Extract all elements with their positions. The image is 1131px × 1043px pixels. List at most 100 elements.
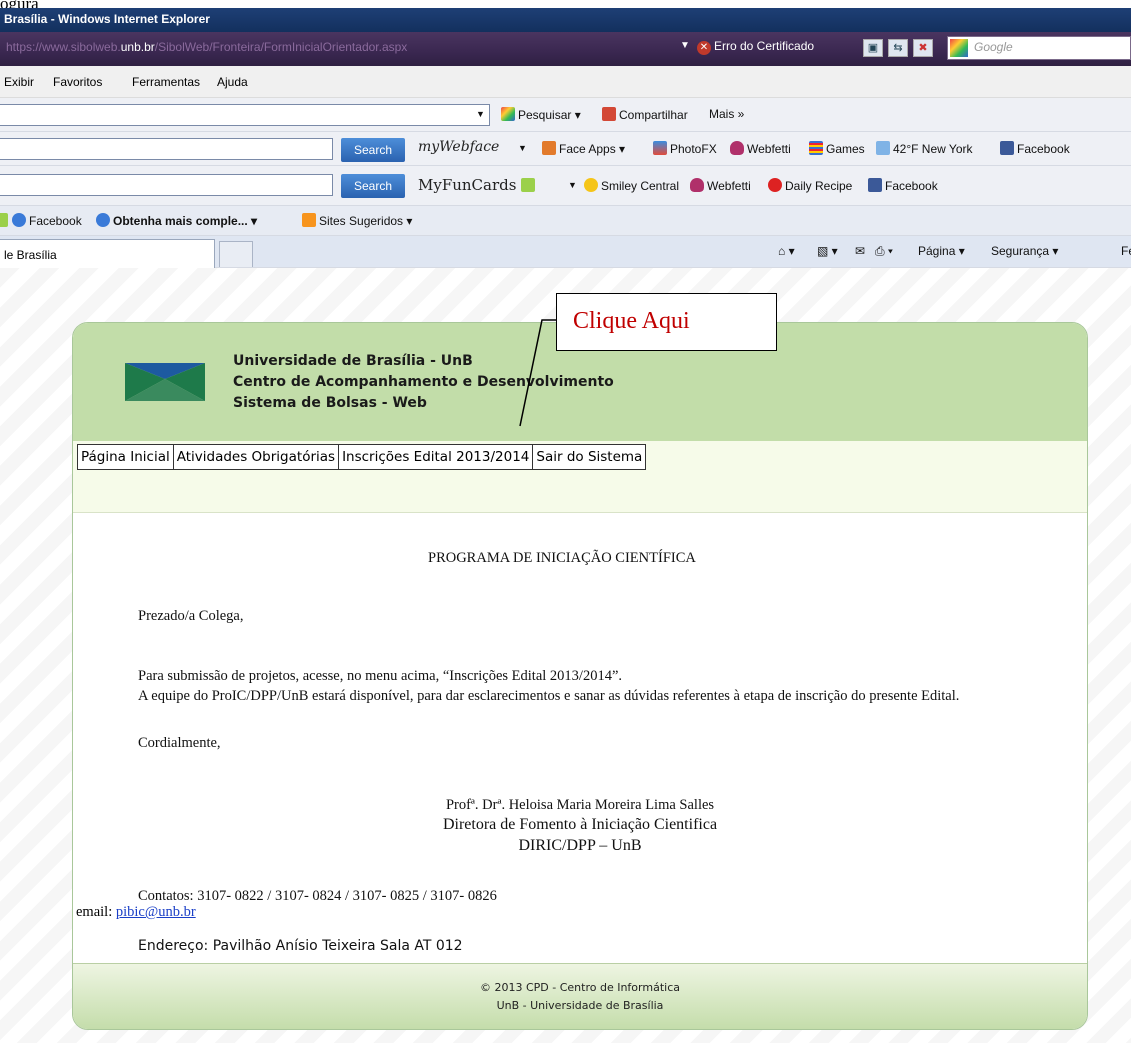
page-menu[interactable]: Página ▾	[918, 244, 965, 258]
mywebface-dropdown-icon[interactable]: ▼	[518, 143, 527, 153]
main-menu: Página Inicial Atividades Obrigatórias I…	[77, 444, 647, 470]
daily-recipe-button[interactable]: Daily Recipe	[768, 178, 852, 193]
email-link[interactable]: pibic@unb.br	[116, 904, 196, 920]
nav-sair-do-sistema[interactable]: Sair do Sistema	[533, 445, 646, 469]
menu-ferramentas[interactable]: Ferramentas	[132, 75, 200, 89]
menu-favoritos[interactable]: Favoritos	[53, 75, 102, 89]
sub-navigation-row	[73, 483, 1087, 513]
mywebface-logo[interactable]: myWebface	[418, 139, 499, 155]
url-host: unb.br	[120, 40, 155, 54]
pesquisar-button[interactable]: Pesquisar ▾	[501, 107, 581, 122]
facebook-button[interactable]: Facebook	[1000, 141, 1070, 156]
myfuncards-search-input[interactable]	[0, 174, 333, 196]
home-icon[interactable]: ⌂ ▾	[778, 244, 795, 258]
photofx-button[interactable]: PhotoFX	[653, 141, 717, 156]
nav-inscricoes-edital[interactable]: Inscrições Edital 2013/2014	[339, 445, 534, 469]
weather-button[interactable]: 42°F New York	[876, 141, 973, 156]
mail-icon[interactable]: ✉	[855, 244, 865, 258]
security-menu-label: Segurança	[991, 244, 1050, 258]
ie-page-icon	[96, 213, 110, 227]
contacts-text: Contatos: 3107- 0822 / 3107- 0824 / 3107…	[138, 888, 497, 904]
search-box[interactable]: Google	[947, 36, 1131, 60]
myfuncards-logo[interactable]: MyFunCards	[418, 176, 538, 194]
tab-bar: le Brasília ⌂ ▾ ▧ ▾ ✉ ⎙ ▾ Página ▾ Segur…	[0, 236, 1131, 268]
facebook-button-2[interactable]: Facebook	[868, 178, 938, 193]
instruction-paragraph: Para submissão de projetos, acesse, no m…	[138, 668, 623, 684]
page-menu-label: Página	[918, 244, 956, 258]
support-paragraph: A equipe do ProIC/DPP/UnB estará disponí…	[138, 688, 960, 704]
tools-menu-truncated[interactable]: Fe	[1121, 244, 1131, 258]
toolbar-dropdown-icon[interactable]: ▼	[476, 109, 485, 119]
new-tab-button[interactable]	[219, 241, 253, 267]
webfetti-button[interactable]: Webfetti	[730, 141, 791, 156]
compartilhar-label: Compartilhar	[619, 108, 688, 122]
photofx-icon	[653, 141, 667, 155]
address-bar: https://www.sibolweb.unb.br/SibolWeb/Fro…	[0, 32, 1131, 66]
myfuncards-search-button[interactable]: Search	[341, 174, 405, 198]
menu-ajuda[interactable]: Ajuda	[217, 75, 248, 89]
window-title-bar: Brasília - Windows Internet Explorer	[0, 8, 1131, 32]
clique-aqui-callout: Clique Aqui	[556, 293, 777, 351]
facebook-icon	[868, 178, 882, 192]
google-plus-icon	[602, 107, 616, 121]
smiley-central-button[interactable]: Smiley Central	[584, 178, 679, 193]
menu-exibir[interactable]: Exibir	[4, 75, 34, 89]
footer-copyright: © 2013 CPD - Centro de Informática	[480, 981, 680, 994]
smiley-icon	[584, 178, 598, 192]
url-field[interactable]: https://www.sibolweb.unb.br/SibolWeb/Fro…	[6, 40, 407, 54]
compatibility-view-icon[interactable]: ▣	[863, 39, 883, 57]
smiley-central-label: Smiley Central	[601, 179, 680, 193]
print-icon[interactable]: ⎙ ▾	[875, 244, 893, 259]
facebook-label-2: Facebook	[885, 179, 938, 193]
myfuncards-dropdown-icon[interactable]: ▼	[568, 180, 577, 190]
nav-atividades-obrigatorias[interactable]: Atividades Obrigatórias	[173, 445, 340, 469]
google-toolbar-input[interactable]	[0, 104, 490, 126]
page-footer: © 2013 CPD - Centro de Informática UnB -…	[73, 963, 1087, 1029]
signature-department: DIRIC/DPP – UnB	[518, 837, 642, 854]
navigation-row: Página Inicial Atividades Obrigatórias I…	[73, 441, 1087, 483]
stop-icon[interactable]: ✖	[913, 39, 933, 57]
email-label: email:	[76, 904, 113, 920]
face-apps-button[interactable]: Face Apps ▾	[542, 141, 625, 156]
compartilhar-button[interactable]: Compartilhar	[602, 107, 688, 122]
mywebface-search-input[interactable]	[0, 138, 333, 160]
footer-university: UnB - Universidade de Brasília	[496, 999, 664, 1012]
favorite-obtenha[interactable]: Obtenha mais comple... ▾	[96, 213, 257, 228]
daily-recipe-label: Daily Recipe	[785, 179, 853, 193]
sites-sugeridos-button[interactable]: Sites Sugeridos ▾	[302, 213, 412, 228]
face-apps-label: Face Apps	[559, 142, 616, 156]
certificate-error-button[interactable]: ✕ Erro do Certificado	[697, 39, 814, 55]
address-text: Endereço: Pavilhão Anísio Teixeira Sala …	[138, 938, 463, 954]
mais-button[interactable]: Mais »	[709, 107, 744, 121]
mywebface-search-button[interactable]: Search	[341, 138, 405, 162]
heart-icon	[690, 178, 704, 192]
favorite-facebook[interactable]: Facebook	[12, 213, 82, 228]
feeds-icon[interactable]: ▧ ▾	[817, 244, 838, 258]
page-title: PROGRAMA DE INICIAÇÃO CIENTÍFICA	[428, 550, 696, 566]
face-apps-icon	[542, 141, 556, 155]
menu-bar: Exibir Favoritos Ferramentas Ajuda	[0, 66, 1131, 98]
address-dropdown-icon[interactable]: ▼	[680, 40, 690, 51]
google-icon	[501, 107, 515, 121]
callout-pointer	[519, 319, 556, 427]
signature-name: Profª. Drª. Heloisa Maria Moreira Lima S…	[445, 797, 715, 813]
games-button[interactable]: Games	[809, 141, 865, 156]
games-label: Games	[826, 142, 865, 156]
nav-pagina-inicial[interactable]: Página Inicial	[78, 445, 174, 469]
myfuncards-label: MyFunCards	[418, 176, 517, 194]
add-favorites-icon[interactable]	[0, 213, 11, 228]
refresh-icon[interactable]: ⇆	[888, 39, 908, 57]
webfetti-button-2[interactable]: Webfetti	[690, 178, 751, 193]
weather-label: 42°F New York	[893, 142, 973, 156]
tab-active[interactable]: le Brasília	[0, 239, 215, 268]
signature-role: Diretora de Fomento à Iniciação Cientifi…	[442, 816, 718, 833]
photofx-label: PhotoFX	[670, 142, 717, 156]
greeting-text: Prezado/a Colega,	[138, 608, 244, 624]
favorites-bar: Facebook Obtenha mais comple... ▾ Sites …	[0, 206, 1131, 236]
pesquisar-label: Pesquisar	[518, 108, 572, 122]
webfetti-label: Webfetti	[747, 142, 791, 156]
security-menu[interactable]: Segurança ▾	[991, 244, 1058, 258]
ie-page-icon	[12, 213, 26, 227]
url-prefix: https://www.sibolweb.	[6, 40, 121, 54]
google-icon	[950, 39, 968, 57]
